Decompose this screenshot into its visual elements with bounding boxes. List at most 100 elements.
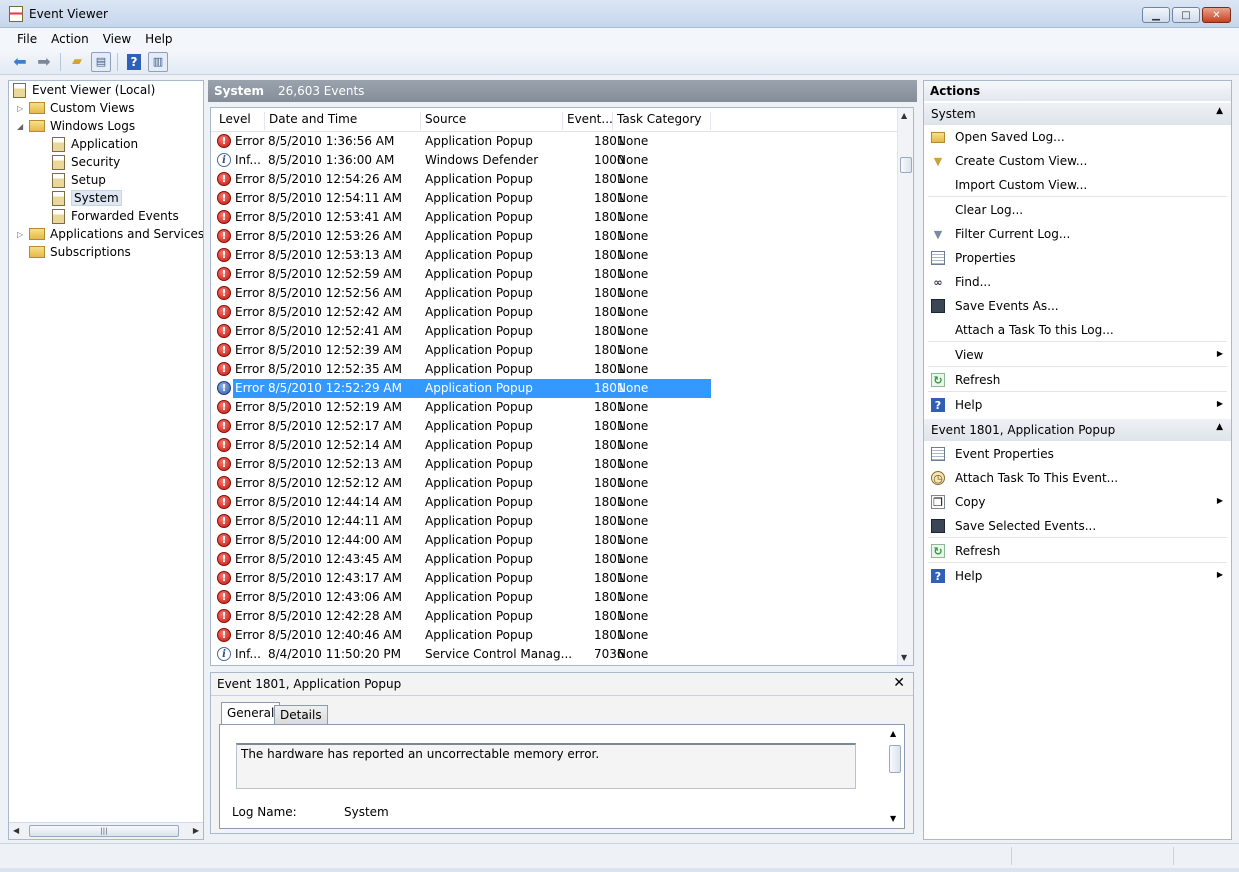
action-create-custom-view[interactable]: ▼ Create Custom View... [924,150,1231,172]
tree-item-root[interactable]: Event Viewer (Local) [13,81,155,99]
tree-item-application[interactable]: Application [52,135,138,153]
action-refresh[interactable]: ↻ Refresh [924,540,1231,562]
scroll-thumb[interactable] [889,745,901,773]
column-task-category[interactable]: Task Category [613,112,711,130]
action-help[interactable]: ? Help ▶ [924,394,1231,416]
action-refresh[interactable]: ↻ Refresh [924,369,1231,391]
cell-level: Error [235,552,265,566]
action-properties[interactable]: Properties [924,247,1231,269]
tree-item-forwarded-events[interactable]: Forwarded Events [52,207,179,225]
table-row[interactable]: ! Error 8/5/2010 1:36:56 AM Application Pop… [211,132,898,151]
tree-item-applications-and-services[interactable]: ▷ Applications and Services Lo [17,225,203,243]
table-row[interactable]: ! Error 8/5/2010 12:53:26 AM Application Po… [211,227,898,246]
action-copy[interactable]: ❐ Copy ▶ [924,491,1231,513]
menu-action[interactable]: Action [44,32,96,46]
tree-horizontal-scrollbar[interactable]: ◀ ||| ▶ [9,822,203,839]
tree-item-security[interactable]: Security [52,153,120,171]
table-row[interactable]: ! Error 8/5/2010 12:52:19 AM Application Po… [211,398,898,417]
column-date-time[interactable]: Date and Time [265,112,421,130]
tab-details[interactable]: Details [274,705,328,725]
table-row[interactable]: ! Error 8/5/2010 12:43:06 AM Application Po… [211,588,898,607]
table-row[interactable]: ! Error 8/5/2010 12:54:11 AM Application Po… [211,189,898,208]
collapse-icon[interactable]: ▲ [1216,422,1223,432]
action-open-saved-log[interactable]: Open Saved Log... [924,126,1231,148]
up-folder-icon[interactable]: ▰ [67,52,87,72]
table-row[interactable]: ! Error 8/5/2010 12:44:00 AM Application Po… [211,531,898,550]
close-button[interactable]: ✕ [1202,7,1231,23]
expand-icon[interactable]: ▷ [17,230,27,239]
table-row[interactable]: ! Error 8/5/2010 12:52:29 AM Application Po… [211,379,898,398]
tree-item-custom-views[interactable]: ▷ Custom Views [17,99,135,117]
table-row[interactable]: ! Error 8/5/2010 12:44:14 AM Application Po… [211,493,898,512]
table-row[interactable]: ! Error 8/5/2010 12:43:45 AM Application Po… [211,550,898,569]
help-icon[interactable]: ? [124,52,144,72]
action-clear-log[interactable]: Clear Log... [924,199,1231,221]
table-row[interactable]: ! Error 8/5/2010 12:52:42 AM Application Po… [211,303,898,322]
show-hide-action-pane-icon[interactable]: ▥ [148,51,168,72]
table-row[interactable]: ! Error 8/5/2010 12:52:39 AM Application Po… [211,341,898,360]
action-save-events-as[interactable]: Save Events As... [924,295,1231,317]
table-row[interactable]: ! Error 8/5/2010 12:54:26 AM Application Po… [211,170,898,189]
scroll-thumb[interactable] [900,157,912,173]
action-filter-current-log[interactable]: ▼ Filter Current Log... [924,223,1231,245]
cell-task-category: None [617,229,649,243]
action-find[interactable]: ∞ Find... [924,271,1231,293]
section-event[interactable]: Event 1801, Application Popup ▲ [924,419,1231,441]
table-row[interactable]: ! Error 8/5/2010 12:52:35 AM Application Po… [211,360,898,379]
table-row[interactable]: ! Error 8/5/2010 12:42:28 AM Application Po… [211,607,898,626]
back-arrow-icon[interactable]: ⬅ [10,52,30,72]
scroll-down-icon[interactable]: ▼ [901,653,907,662]
expand-icon[interactable]: ▷ [17,104,27,113]
menu-help[interactable]: Help [138,32,179,46]
show-hide-tree-icon[interactable]: ▤ [91,51,111,72]
minimize-button[interactable]: ▁ [1142,7,1170,23]
action-event-properties[interactable]: Event Properties [924,443,1231,465]
action-help[interactable]: ? Help ▶ [924,565,1231,587]
tree-item-system[interactable]: System [52,189,122,207]
action-import-custom-view[interactable]: Import Custom View... [924,174,1231,196]
tree-item-subscriptions[interactable]: Subscriptions [29,243,131,261]
table-row[interactable]: ! Error 8/5/2010 12:52:14 AM Application Po… [211,436,898,455]
column-event-id[interactable]: Event... [563,112,613,130]
action-save-selected-events[interactable]: Save Selected Events... [924,515,1231,537]
scroll-left-icon[interactable]: ◀ [13,826,19,835]
scroll-up-icon[interactable]: ▲ [901,111,907,120]
table-row[interactable]: ! Error 8/5/2010 12:52:41 AM Application Po… [211,322,898,341]
table-row[interactable]: ! Error 8/5/2010 12:52:59 AM Application Po… [211,265,898,284]
menu-file[interactable]: File [10,32,44,46]
table-row[interactable]: ! Error 8/5/2010 12:53:41 AM Application Po… [211,208,898,227]
event-message[interactable]: The hardware has reported an uncorrectab… [236,743,856,789]
table-row[interactable]: i Inf... 8/5/2010 1:36:00 AM Windows Defend… [211,151,898,170]
section-system[interactable]: System ▲ [924,103,1231,125]
action-attach-task-to-this-event[interactable]: ◷ Attach Task To This Event... [924,467,1231,489]
forward-arrow-icon[interactable]: ➡ [34,52,54,72]
collapse-icon[interactable]: ▲ [1216,106,1223,116]
table-row[interactable]: ! Error 8/5/2010 12:40:46 AM Application Po… [211,626,898,645]
table-row[interactable]: ! Error 8/5/2010 12:52:12 AM Application Po… [211,474,898,493]
table-row[interactable]: ! Error 8/5/2010 12:43:17 AM Application Po… [211,569,898,588]
tree-item-windows-logs[interactable]: ◢ Windows Logs [17,117,135,135]
table-row[interactable]: ! Error 8/5/2010 12:52:17 AM Application Po… [211,417,898,436]
grid-vertical-scrollbar[interactable]: ▲ ▼ [897,108,913,665]
action-view[interactable]: View ▶ [924,344,1231,366]
menu-view[interactable]: View [96,32,138,46]
detail-vertical-scrollbar[interactable]: ▲ ▼ [888,727,902,825]
table-row[interactable]: ! Error 8/5/2010 12:52:13 AM Application Po… [211,455,898,474]
scroll-up-icon[interactable]: ▲ [890,729,896,738]
toolbar-separator [60,52,61,71]
collapse-icon[interactable]: ◢ [17,122,27,131]
tab-general[interactable]: General [221,702,281,725]
tree-item-setup[interactable]: Setup [52,171,106,189]
table-row[interactable]: i Inf... 8/4/2010 11:50:20 PM Service Contr… [211,645,898,664]
table-row[interactable]: ! Error 8/5/2010 12:52:56 AM Application Po… [211,284,898,303]
scroll-right-icon[interactable]: ▶ [193,826,199,835]
close-icon[interactable]: ✕ [893,675,905,691]
column-source[interactable]: Source [421,112,563,130]
maximize-button[interactable]: □ [1172,7,1200,23]
scroll-thumb[interactable]: ||| [29,825,179,837]
table-row[interactable]: ! Error 8/5/2010 12:53:13 AM Application Po… [211,246,898,265]
scroll-down-icon[interactable]: ▼ [890,814,896,823]
action-attach-a-task-to-this-log[interactable]: Attach a Task To this Log... [924,319,1231,341]
table-row[interactable]: ! Error 8/5/2010 12:44:11 AM Application Po… [211,512,898,531]
column-level[interactable]: Level [215,112,265,130]
